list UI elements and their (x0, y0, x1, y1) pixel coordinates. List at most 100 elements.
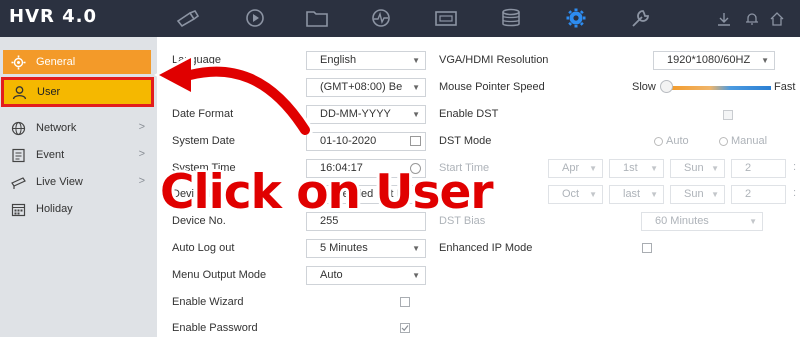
dst-auto-label: Auto (666, 135, 689, 147)
chevron-right-icon: > (138, 148, 145, 160)
enhanced-ip-checkbox[interactable] (642, 243, 652, 253)
tutorial-callout-text: Click on User (160, 165, 494, 220)
wrench-icon[interactable] (629, 8, 653, 28)
top-bar: HVR 4.0 (0, 0, 800, 37)
dst-manual-radio[interactable] (719, 137, 728, 146)
language-value: English (320, 54, 357, 66)
start-colon: : (793, 161, 797, 173)
event-icon (9, 146, 27, 164)
enable-wizard-checkbox[interactable] (400, 297, 410, 307)
sidebar-item-event[interactable]: Event > (3, 143, 151, 167)
start-week-value: 1st (623, 162, 638, 174)
bell-icon[interactable] (745, 12, 759, 26)
end-hour-value: 2 (745, 188, 752, 200)
pointer-speed-slider[interactable] (669, 86, 771, 90)
sidebar-item-label: Live View (36, 176, 83, 188)
auto-logout-select[interactable]: 5 Minutes ▼ (306, 239, 426, 258)
chevron-down-icon: ▼ (412, 110, 420, 119)
timezone-value: (GMT+08:00) Be (320, 81, 403, 93)
status-icon[interactable] (369, 8, 393, 28)
dst-bias-value: 60 Minutes (655, 215, 709, 227)
end-hour-input[interactable]: 2 (731, 185, 786, 204)
gear-icon[interactable] (564, 8, 588, 28)
dst-mode-label: DST Mode (439, 135, 492, 147)
folder-icon[interactable] (305, 8, 329, 28)
sidebar-item-label: General (36, 56, 76, 68)
auto-logout-value: 5 Minutes (320, 242, 368, 254)
slow-label: Slow (632, 81, 656, 93)
end-week-select[interactable]: last ▼ (609, 185, 664, 204)
system-date-input[interactable]: 01-10-2020 (306, 132, 426, 151)
sidebar-item-live-view[interactable]: Live View > (3, 170, 151, 194)
start-week-select[interactable]: 1st ▼ (609, 159, 664, 178)
chevron-down-icon: ▼ (589, 164, 597, 173)
chevron-right-icon: > (138, 121, 145, 133)
resolution-value: 1920*1080/60HZ (667, 54, 751, 66)
chevron-down-icon: ▼ (412, 83, 420, 92)
chevron-down-icon: ▼ (650, 190, 658, 199)
menu-output-select[interactable]: Auto ▼ (306, 266, 426, 285)
sidebar-item-label: Holiday (36, 203, 73, 215)
pointer-speed-label: Mouse Pointer Speed (439, 81, 545, 93)
globe-icon (9, 119, 27, 137)
resolution-label: VGA/HDMI Resolution (439, 54, 549, 66)
end-day-select[interactable]: Sun ▼ (670, 185, 725, 204)
sidebar-item-holiday[interactable]: Holiday (3, 197, 151, 221)
enable-wizard-label: Enable Wizard (172, 296, 244, 308)
tutorial-arrow (154, 53, 313, 135)
eye-icon (9, 173, 27, 191)
chevron-down-icon: ▼ (711, 164, 719, 173)
date-format-select[interactable]: DD-MM-YYYY ▼ (306, 105, 426, 124)
end-day-value: Sun (684, 188, 704, 200)
chevron-down-icon: ▼ (589, 190, 597, 199)
chevron-down-icon: ▼ (650, 164, 658, 173)
calendar-icon (9, 200, 27, 218)
enhanced-ip-label: Enhanced IP Mode (439, 242, 533, 254)
camera-icon[interactable] (176, 8, 200, 28)
menu-output-label: Menu Output Mode (172, 269, 267, 281)
chevron-down-icon: ▼ (711, 190, 719, 199)
brand-logo: HVR 4.0 (9, 6, 98, 27)
playback-icon[interactable] (243, 8, 267, 28)
calendar-icon[interactable] (410, 136, 421, 146)
sidebar-item-label: User (37, 86, 61, 98)
enable-password-checkbox[interactable] (400, 323, 410, 333)
chevron-down-icon: ▼ (412, 56, 420, 65)
chevron-down-icon: ▼ (412, 244, 420, 253)
end-week-value: last (623, 188, 641, 200)
start-hour-input[interactable]: 2 (731, 159, 786, 178)
user-icon (10, 83, 28, 101)
timezone-select[interactable]: (GMT+08:00) Be ▼ (306, 78, 426, 97)
chevron-down-icon: ▼ (761, 56, 769, 65)
sidebar-item-user[interactable]: User (1, 77, 154, 107)
start-day-select[interactable]: Sun ▼ (670, 159, 725, 178)
resolution-select[interactable]: 1920*1080/60HZ ▼ (653, 51, 775, 70)
storage-icon[interactable] (499, 8, 523, 28)
enable-dst-label: Enable DST (439, 108, 499, 120)
download-icon[interactable] (717, 12, 731, 26)
start-day-value: Sun (684, 162, 704, 174)
sidebar-item-general[interactable]: General (3, 50, 151, 74)
language-select[interactable]: English ▼ (306, 51, 426, 70)
record-icon[interactable] (434, 8, 458, 28)
system-date-label: System Date (172, 135, 235, 147)
dst-auto-radio[interactable] (654, 137, 663, 146)
start-hour-value: 2 (745, 162, 752, 174)
system-date-value: 01-10-2020 (320, 135, 377, 147)
date-format-value: DD-MM-YYYY (320, 108, 391, 120)
slider-handle[interactable] (660, 80, 673, 93)
chevron-right-icon: > (138, 175, 145, 187)
auto-logout-label: Auto Log out (172, 242, 235, 254)
menu-output-value: Auto (320, 269, 343, 281)
end-colon: : (793, 187, 797, 199)
enable-dst-checkbox[interactable] (723, 110, 733, 120)
sidebar-item-network[interactable]: Network > (3, 116, 151, 140)
chevron-down-icon: ▼ (412, 271, 420, 280)
fast-label: Fast (774, 81, 796, 93)
dst-bias-select[interactable]: 60 Minutes ▼ (641, 212, 763, 231)
sidebar-item-label: Network (36, 122, 77, 134)
home-icon[interactable] (770, 12, 784, 26)
sidebar-item-label: Event (36, 149, 65, 161)
sidebar: General User Network > Event > Live View… (0, 37, 157, 337)
gear-icon (9, 53, 27, 71)
